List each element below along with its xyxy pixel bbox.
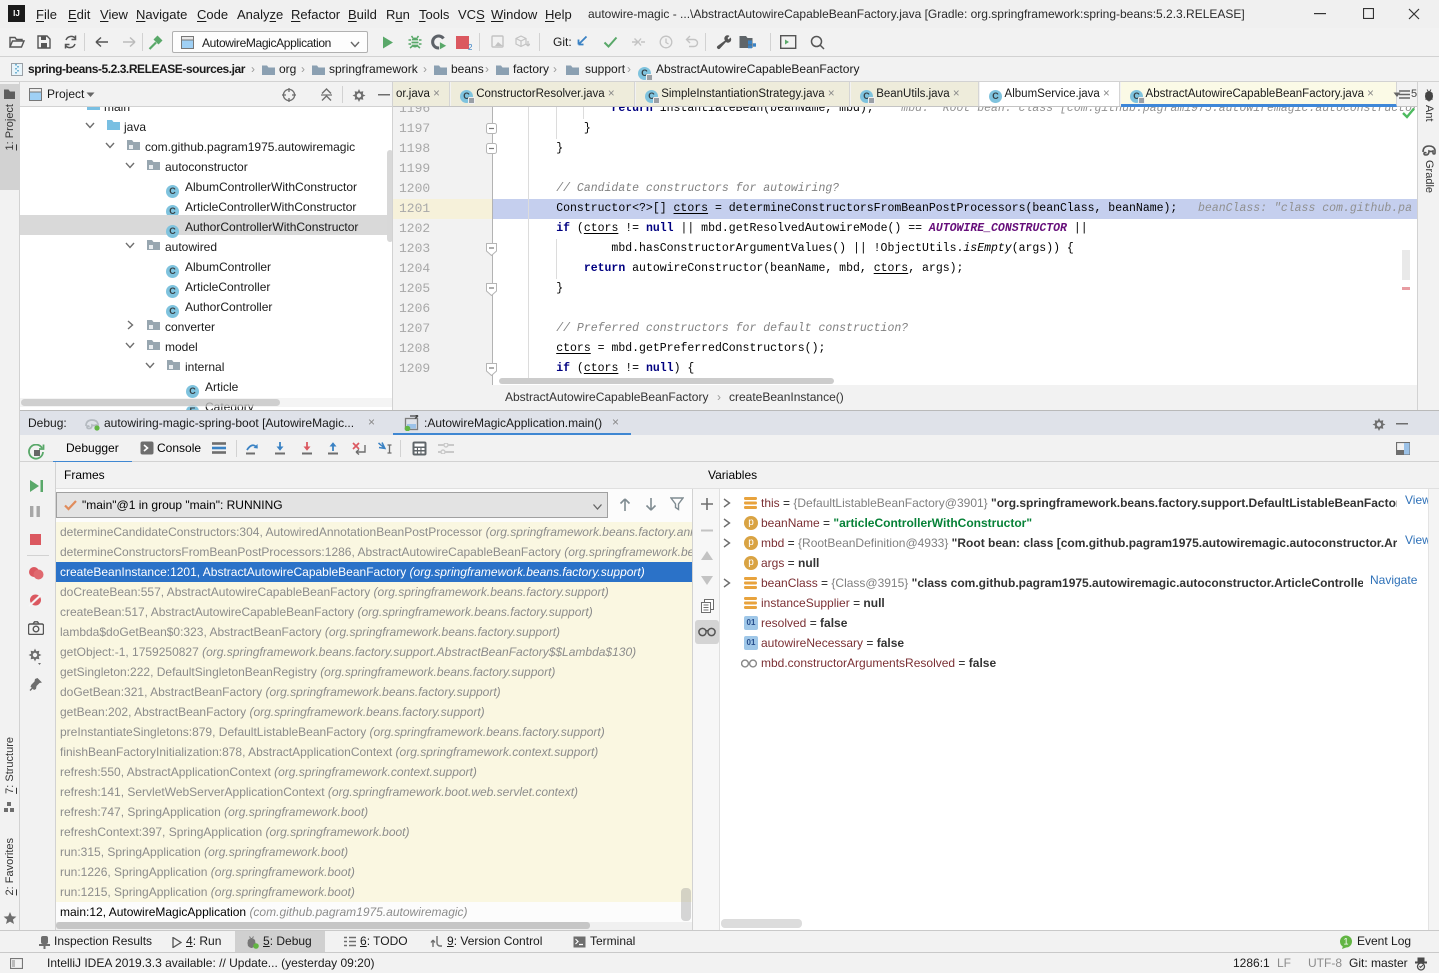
svg-text:1: 1 bbox=[1343, 937, 1348, 947]
svg-text:2: 2 bbox=[468, 43, 472, 51]
